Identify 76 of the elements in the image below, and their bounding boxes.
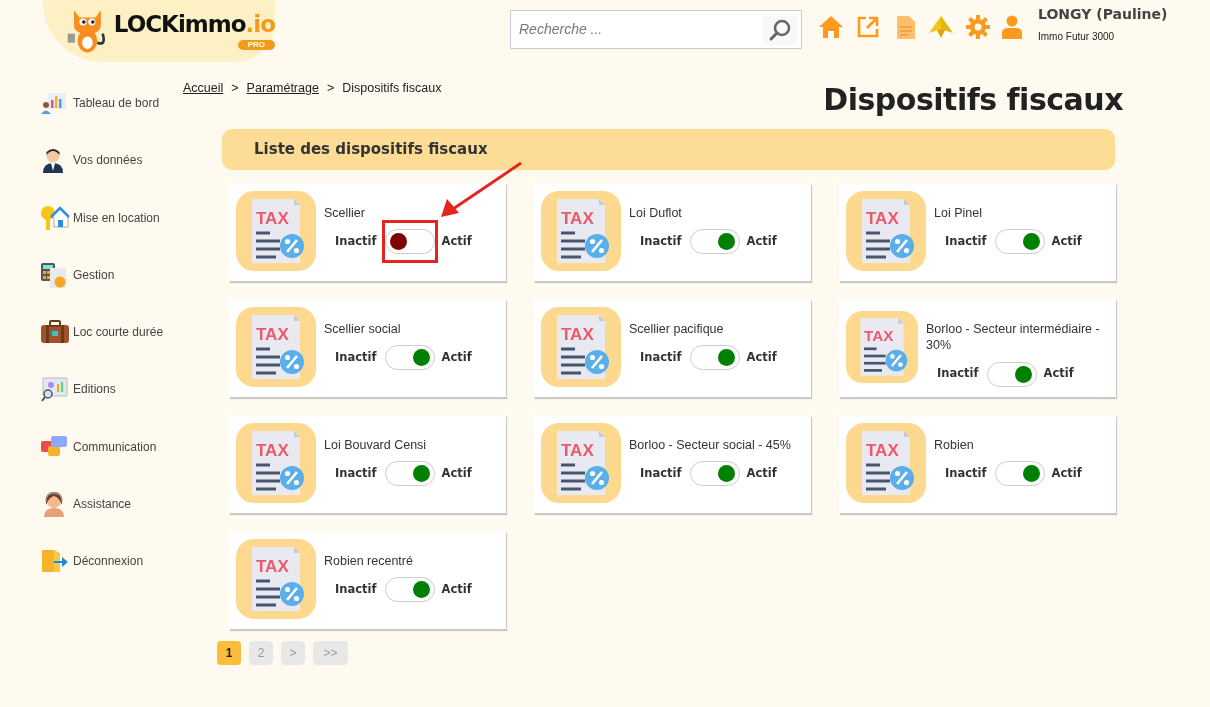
toggle-switch[interactable]: [384, 345, 435, 371]
search-button[interactable]: [763, 14, 797, 45]
breadcrumb-link[interactable]: Paramétrage: [246, 81, 319, 95]
page-title: Dispositifs fiscaux: [823, 81, 1123, 119]
search-bar[interactable]: Recherche ...: [510, 10, 802, 49]
device-name: Borloo - Secteur social - 45%: [629, 437, 792, 454]
toggle-switch[interactable]: [994, 229, 1045, 255]
toggle-switch[interactable]: [689, 461, 740, 487]
inactive-label: Inactif: [937, 365, 979, 383]
device-name: Loi Bouvard Censi: [324, 437, 428, 454]
page-button[interactable]: 1: [217, 641, 241, 665]
toggle-switch[interactable]: [689, 229, 740, 255]
inactive-label: Inactif: [945, 233, 987, 251]
active-label: Actif: [1051, 233, 1082, 251]
toggle-switch[interactable]: [994, 461, 1045, 487]
sidebar-link[interactable]: Communication: [73, 437, 157, 456]
section-header: Liste des dispositifs fiscaux: [222, 129, 1115, 170]
active-label: Actif: [441, 581, 472, 599]
tax-document-icon: TAX: [236, 307, 316, 387]
tax-document-icon: TAX: [541, 423, 621, 503]
active-label: Actif: [441, 465, 472, 483]
device-name: Scellier social: [324, 321, 402, 338]
tax-document-icon: TAX: [846, 423, 926, 503]
tax-document-icon: TAX: [236, 423, 316, 503]
user-name[interactable]: LONGY (Pauline): [1038, 4, 1168, 25]
active-label: Actif: [441, 349, 472, 367]
monitor-icon: [40, 376, 70, 404]
inactive-label: Inactif: [335, 233, 377, 251]
toggle-switch[interactable]: [384, 577, 435, 603]
sidebar-link[interactable]: Déconnexion: [73, 552, 144, 571]
sidebar-link[interactable]: Assistance: [73, 495, 132, 514]
sidebar-link[interactable]: Mise en location: [73, 208, 160, 227]
pro-badge: PRO: [237, 39, 275, 50]
inactive-label: Inactif: [945, 465, 987, 483]
inactive-label: Inactif: [640, 349, 682, 367]
inactive-label: Inactif: [335, 349, 377, 367]
toggle-switch[interactable]: [986, 361, 1037, 387]
toggle-switch[interactable]: [689, 345, 740, 371]
inactive-label: Inactif: [640, 465, 682, 483]
active-label: Actif: [746, 233, 777, 251]
inactive-label: Inactif: [640, 233, 682, 251]
tax-document-icon: TAX: [846, 191, 926, 271]
device-name: Scellier pacifique: [629, 321, 725, 338]
sidebar-link[interactable]: Loc courte durée: [73, 323, 164, 342]
tax-document-icon: TAX: [541, 191, 621, 271]
sidebar-link[interactable]: Editions: [73, 380, 116, 399]
active-label: Actif: [1043, 365, 1074, 383]
inactive-label: Inactif: [335, 581, 377, 599]
toggle-switch[interactable]: [384, 461, 435, 487]
toggle-switch[interactable]: [384, 229, 435, 255]
company-name: Immo Futur 3000: [1038, 30, 1116, 44]
device-name: Borloo - Secteur intermédiaire - 30%: [926, 321, 1101, 354]
breadcrumb-separator: >: [326, 81, 335, 95]
device-name: Loi Duflot: [629, 205, 683, 222]
sidebar-link[interactable]: Gestion: [73, 265, 115, 284]
breadcrumb-separator: >: [231, 81, 239, 95]
sidebar-link[interactable]: Vos données: [73, 151, 143, 170]
logo-wordmark: LOCKimmo.io: [113, 12, 275, 36]
device-name: Robien recentré: [324, 553, 414, 570]
search-icon: [768, 17, 792, 42]
sidebar-link[interactable]: Tableau de bord: [73, 94, 160, 112]
breadcrumb-current: Dispositifs fiscaux: [342, 81, 442, 95]
breadcrumb-link[interactable]: Accueil: [183, 81, 224, 95]
tax-document-icon: TAX: [541, 307, 621, 387]
device-name: Robien: [934, 437, 975, 454]
active-label: Actif: [746, 349, 777, 367]
tax-document-icon: TAX: [236, 191, 316, 271]
active-label: Actif: [441, 233, 472, 251]
key-icon: [40, 204, 70, 232]
tax-document-icon: TAX: [236, 539, 316, 619]
device-name: Scellier: [324, 205, 366, 222]
active-label: Actif: [746, 465, 777, 483]
device-name: Loi Pinel: [934, 205, 983, 222]
active-label: Actif: [1051, 465, 1082, 483]
inactive-label: Inactif: [335, 465, 377, 483]
search-field[interactable]: Recherche ...: [511, 18, 763, 41]
